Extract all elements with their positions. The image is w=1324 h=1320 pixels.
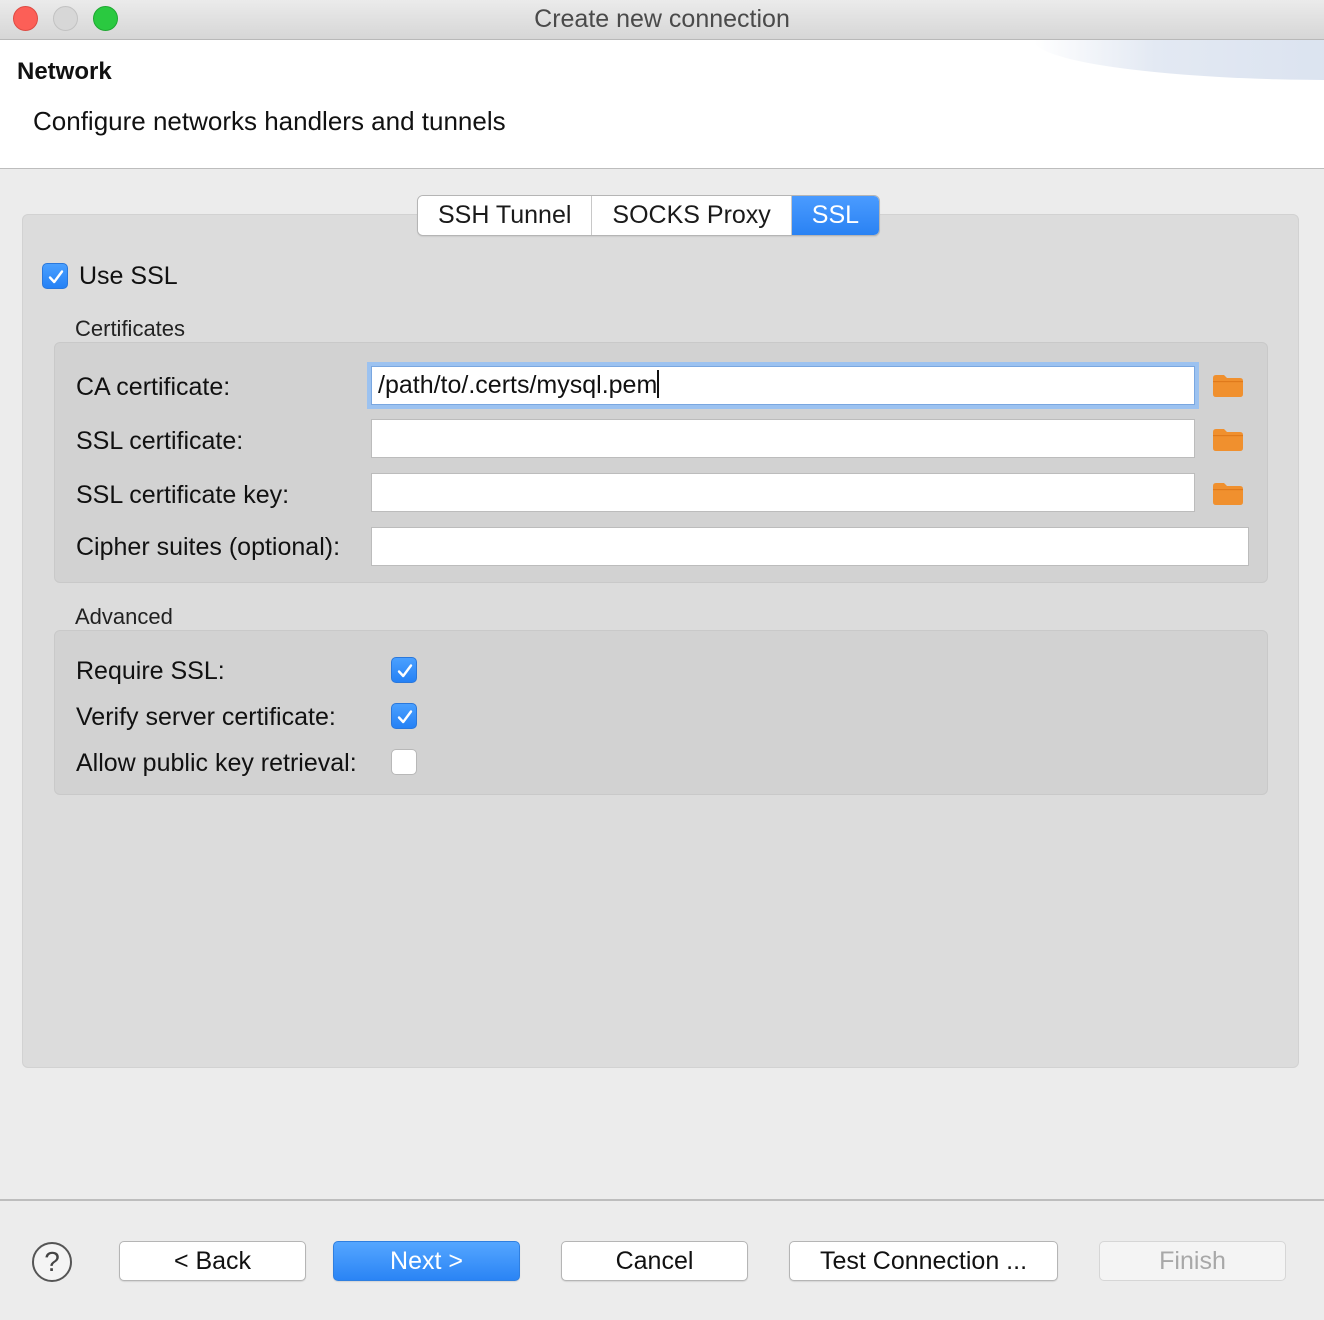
folder-icon[interactable] [1213, 429, 1243, 451]
verify-server-certificate-checkbox[interactable] [391, 703, 417, 729]
allow-public-key-retrieval-checkbox[interactable] [391, 749, 417, 775]
text-cursor [657, 370, 660, 398]
next-button[interactable]: Next > [333, 1241, 520, 1281]
wizard-header: Network Configure networks handlers and … [0, 40, 1324, 169]
ca-certificate-input[interactable]: /path/to/.certs/mysql.pem [371, 366, 1195, 405]
use-ssl-label: Use SSL [79, 262, 178, 290]
page-title: Network [17, 58, 112, 85]
ssl-certificate-key-label: SSL certificate key: [76, 481, 290, 509]
folder-icon[interactable] [1213, 375, 1243, 397]
ca-certificate-value: /path/to/.certs/mysql.pem [378, 371, 658, 399]
certificates-group-title: Certificates [75, 316, 186, 341]
help-icon[interactable]: ? [32, 1242, 72, 1282]
use-ssl-checkbox[interactable] [42, 263, 68, 289]
require-ssl-checkbox[interactable] [391, 657, 417, 683]
page-description: Configure networks handlers and tunnels [33, 106, 506, 136]
ssl-certificate-label: SSL certificate: [76, 427, 244, 455]
network-tabs: SSH Tunnel SOCKS Proxy SSL [417, 195, 881, 236]
test-connection-button[interactable]: Test Connection ... [789, 1241, 1058, 1281]
checkmark-icon [397, 710, 413, 724]
title-bar: Create new connection [0, 0, 1324, 40]
require-ssl-label: Require SSL: [76, 657, 225, 685]
cipher-suites-input[interactable] [371, 527, 1249, 566]
checkmark-icon [397, 664, 413, 678]
allow-public-key-retrieval-label: Allow public key retrieval: [76, 749, 357, 777]
back-button[interactable]: < Back [119, 1241, 306, 1281]
cancel-button[interactable]: Cancel [561, 1241, 748, 1281]
folder-icon[interactable] [1213, 483, 1243, 505]
checkmark-icon [48, 270, 64, 284]
ssl-certificate-key-input[interactable] [371, 473, 1195, 512]
header-decoration [1034, 40, 1324, 80]
footer-separator [0, 1199, 1324, 1201]
cipher-suites-label: Cipher suites (optional): [76, 533, 341, 561]
finish-button[interactable]: Finish [1099, 1241, 1286, 1281]
tab-ssh-tunnel[interactable]: SSH Tunnel [418, 196, 593, 235]
ca-certificate-label: CA certificate: [76, 373, 231, 401]
advanced-group-title: Advanced [75, 604, 173, 629]
tab-ssl[interactable]: SSL [791, 196, 880, 235]
tab-socks-proxy[interactable]: SOCKS Proxy [592, 196, 792, 235]
window-title: Create new connection [534, 5, 790, 33]
ssl-certificate-input[interactable] [371, 419, 1195, 458]
verify-server-certificate-label: Verify server certificate: [76, 703, 336, 731]
